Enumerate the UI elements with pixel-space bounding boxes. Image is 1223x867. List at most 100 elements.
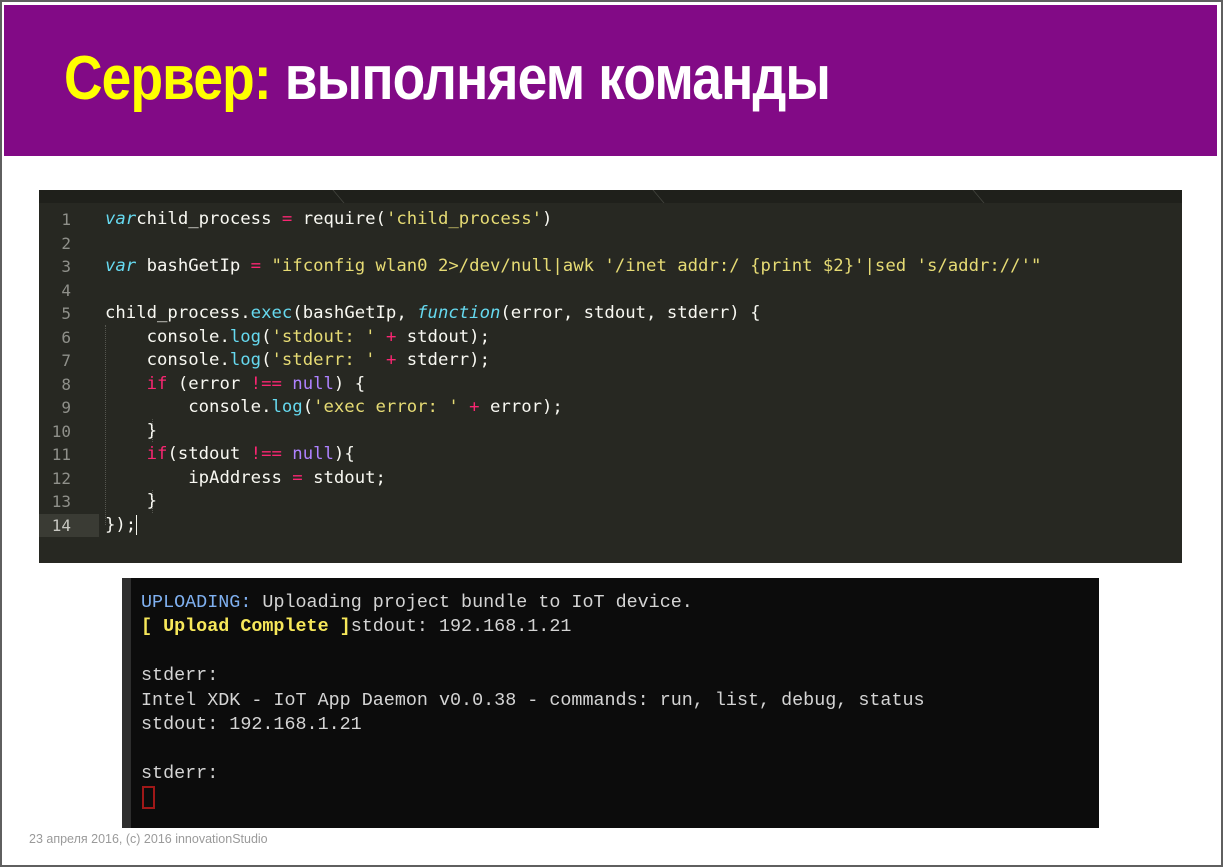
- code-token: null: [292, 444, 334, 464]
- code-text: }: [105, 420, 157, 444]
- code-token: null: [292, 373, 334, 394]
- text-cursor: [136, 514, 138, 535]
- code-text: console.log('stdout: ' + stdout);: [105, 326, 490, 350]
- line-number: 14: [51, 515, 71, 535]
- line-number: 2: [61, 233, 71, 253]
- terminal-text: stdout: 192.168.1.21: [141, 713, 362, 735]
- code-text: if(stdout !== null){: [105, 443, 355, 467]
- terminal-line: stderr:: [141, 664, 925, 688]
- code-text: console.log('exec error: ' + error);: [105, 396, 563, 420]
- code-line[interactable]: 7 console.log('stderr: ' + stderr);: [39, 349, 1182, 373]
- code-token: ) {: [333, 373, 366, 394]
- code-token: child_process.: [105, 303, 251, 323]
- code-token: =: [292, 467, 303, 488]
- title-rest: выполняем команды: [270, 44, 831, 113]
- code-token: exec: [250, 303, 293, 323]
- code-text: varchild_process = require('child_proces…: [105, 208, 552, 232]
- code-token: log: [229, 326, 262, 347]
- line-number: 9: [61, 398, 71, 417]
- code-line[interactable]: 1 varchild_process = require('child_proce…: [39, 208, 1182, 232]
- terminal-line: [ Upload Complete ]stdout: 192.168.1.21: [141, 615, 925, 639]
- terminal-line: stderr:: [141, 762, 925, 786]
- terminal-text: stderr:: [141, 762, 219, 784]
- terminal-text: [ Upload Complete ]: [141, 616, 351, 638]
- slide-footer: 23 апреля 2016, (с) 2016 innovationStudi…: [29, 832, 268, 846]
- code-line[interactable]: 2: [39, 232, 1182, 256]
- code-line[interactable]: 10 }: [39, 420, 1182, 444]
- terminal-prompt-line[interactable]: [141, 786, 925, 810]
- line-number: 11: [51, 445, 71, 464]
- code-token: var: [105, 209, 137, 229]
- code-token: (bashGetIp,: [292, 303, 418, 323]
- terminal-line: Intel XDK - IoT App Daemon v0.0.38 - com…: [141, 689, 925, 713]
- line-number: 1: [61, 210, 71, 229]
- code-line[interactable]: 5 child_process.exec(bashGetIp, function(…: [39, 302, 1182, 326]
- code-token: (error, stdout, stderr) {: [500, 303, 761, 323]
- code-text: console.log('stderr: ' + stderr);: [105, 349, 490, 373]
- code-token: +: [385, 350, 397, 370]
- editor-tab[interactable]: [679, 190, 999, 203]
- line-number: 5: [61, 304, 71, 323]
- editor-tab-bar: [39, 190, 1182, 203]
- code-token: 'child_process': [385, 209, 543, 229]
- code-token: (: [302, 397, 314, 417]
- terminal-cursor: [142, 786, 155, 810]
- line-number: 4: [61, 280, 71, 300]
- code-token: 'stdout: ': [271, 326, 376, 347]
- code-token: });: [105, 514, 137, 535]
- editor-tab[interactable]: [969, 190, 1223, 203]
- code-text: ipAddress = stdout;: [105, 467, 386, 491]
- code-line[interactable]: 13 }: [39, 490, 1182, 514]
- code-token: (stdout: [167, 444, 251, 464]
- code-text: });: [105, 514, 138, 538]
- code-text: if (error !== null) {: [105, 373, 366, 397]
- line-number: 10: [51, 421, 71, 441]
- line-number: 8: [61, 374, 71, 394]
- code-text: var bashGetIp = "ifconfig wlan0 2>/dev/n…: [105, 255, 1041, 279]
- code-text: child_process.exec(bashGetIp, function(e…: [105, 302, 761, 326]
- code-token: =: [250, 256, 262, 276]
- code-line[interactable]: 3 var bashGetIp = "ifconfig wlan0 2>/dev/…: [39, 255, 1182, 279]
- line-number: 6: [61, 327, 71, 347]
- code-token: console.: [105, 397, 272, 417]
- slide-header: Сервер: выполняем команды: [4, 5, 1217, 156]
- code-line[interactable]: 8 if (error !== null) {: [39, 373, 1182, 397]
- terminal-text: stdout: 192.168.1.21: [350, 616, 572, 638]
- terminal-text: Uploading project bundle to IoT device.: [251, 592, 693, 613]
- editor-tab[interactable]: [39, 190, 359, 203]
- code-token: console.: [105, 326, 230, 347]
- code-token: log: [229, 350, 262, 370]
- line-number: 3: [61, 257, 71, 276]
- code-line[interactable]: 9 console.log('exec error: ' + error);: [39, 396, 1182, 420]
- code-token: function: [417, 303, 501, 323]
- line-number: 13: [51, 492, 71, 511]
- terminal-window[interactable]: UPLOADING: Uploading project bundle to I…: [122, 578, 1099, 828]
- line-number: 7: [61, 351, 71, 370]
- slide-title: Сервер: выполняем команды: [64, 41, 831, 117]
- code-token: var: [105, 256, 137, 276]
- code-token: bashGetIp: [136, 256, 251, 276]
- code-editor[interactable]: 1 varchild_process = require('child_proce…: [39, 190, 1182, 563]
- code-token: (: [261, 326, 272, 347]
- code-area[interactable]: 1 varchild_process = require('child_proce…: [39, 208, 1182, 537]
- code-token: ): [542, 209, 553, 229]
- code-line[interactable]: 4: [39, 279, 1182, 303]
- terminal-text: stderr:: [141, 665, 219, 687]
- code-text: }: [105, 490, 157, 514]
- code-line[interactable]: 12 ipAddress = stdout;: [39, 467, 1182, 491]
- code-line[interactable]: 14});: [39, 513, 1182, 538]
- code-line[interactable]: 6 console.log('stdout: ' + stdout);: [39, 326, 1182, 350]
- editor-tab[interactable]: [359, 190, 679, 203]
- code-token: stdout;: [302, 467, 386, 488]
- line-number: 12: [51, 468, 71, 488]
- code-token: child_process: [136, 209, 282, 229]
- code-token: log: [271, 397, 303, 417]
- terminal-text: UPLOADING:: [141, 592, 252, 613]
- code-line[interactable]: 11 if(stdout !== null){: [39, 443, 1182, 467]
